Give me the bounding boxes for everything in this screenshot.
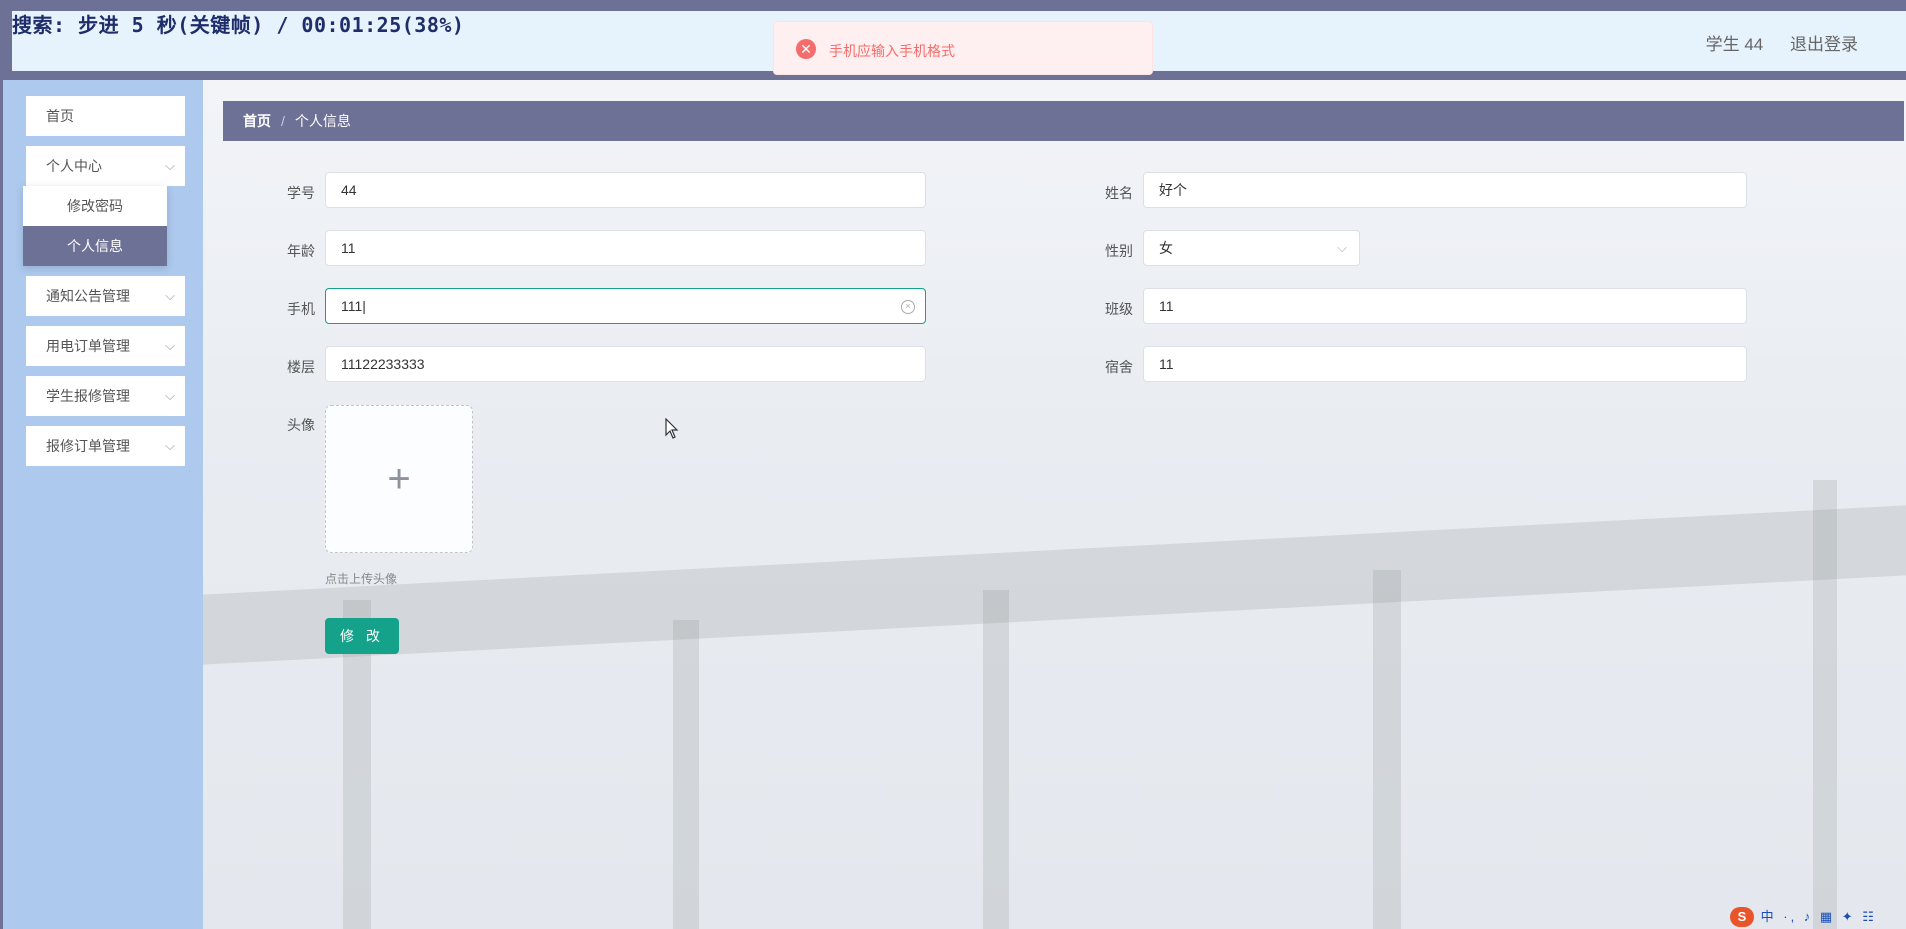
- sidebar-item-notices[interactable]: 通知公告管理 ⌵: [26, 276, 185, 316]
- sogou-icon: S: [1730, 907, 1754, 927]
- name-input[interactable]: 好个: [1143, 172, 1747, 208]
- ime-tray-glyphs: 中 ·, ♪ ▦ ✦ ☷: [1760, 909, 1877, 924]
- sidebar-item-label: 学生报修管理: [46, 388, 130, 404]
- clear-icon[interactable]: ×: [901, 300, 915, 314]
- main-content: 首页 / 个人信息 学号 44 姓名 好个 年龄 11 性别 女 ⌵ 手机 111|…: [203, 80, 1906, 929]
- username: 学生 44: [1705, 35, 1764, 54]
- chevron-down-icon: ⌵: [165, 158, 175, 173]
- breadcrumb-current: 个人信息: [294, 113, 351, 129]
- floor-input[interactable]: 11122233333: [325, 346, 926, 382]
- chevron-down-icon: ⌵: [1337, 240, 1347, 255]
- chevron-down-icon: ⌵: [165, 338, 175, 353]
- chevron-down-icon: ⌵: [165, 288, 175, 303]
- error-icon: ✕: [796, 39, 816, 59]
- background-post: [673, 620, 699, 929]
- phone-input[interactable]: 111| ×: [325, 288, 926, 324]
- avatar-uploader[interactable]: +: [325, 405, 473, 553]
- sidebar-item-repair-orders[interactable]: 报修订单管理 ⌵: [26, 426, 185, 466]
- avatar-label: 头像: [287, 417, 315, 433]
- error-toast: ✕ 手机应输入手机格式: [773, 21, 1153, 75]
- breadcrumb-separator: /: [281, 113, 285, 129]
- submenu-change-password[interactable]: 修改密码: [23, 186, 167, 226]
- age-input[interactable]: 11: [325, 230, 926, 266]
- plus-icon: +: [387, 457, 411, 501]
- breadcrumb-home[interactable]: 首页: [243, 113, 271, 129]
- mouse-cursor-icon: [665, 418, 679, 439]
- sidebar-item-electricity-orders[interactable]: 用电订单管理 ⌵: [26, 326, 185, 366]
- submit-button[interactable]: 修 改: [325, 618, 399, 654]
- background-post: [1813, 480, 1837, 929]
- gender-select-value: 女: [1159, 240, 1173, 256]
- ime-tray[interactable]: S 中 ·, ♪ ▦ ✦ ☷: [1730, 906, 1877, 927]
- sidebar-item-label: 个人中心: [46, 158, 102, 174]
- sidebar-item-student-repairs[interactable]: 学生报修管理 ⌵: [26, 376, 185, 416]
- video-overlay-text: 搜索: 步进 5 秒(关键帧) / 00:01:25(38%): [12, 13, 465, 37]
- sidebar-item-home[interactable]: 首页: [26, 96, 185, 136]
- personal-center-submenu: 修改密码 个人信息: [23, 186, 167, 266]
- phone-input-value: 111|: [341, 298, 366, 314]
- floor-label: 楼层: [287, 359, 315, 375]
- breadcrumb: 首页 / 个人信息: [223, 101, 1904, 141]
- dorm-label: 宿舍: [1105, 359, 1133, 375]
- sidebar-item-label: 用电订单管理: [46, 338, 130, 354]
- sidebar-item-label: 报修订单管理: [46, 438, 130, 454]
- student-id-input[interactable]: 44: [325, 172, 926, 208]
- logout-button[interactable]: 退出登录: [1790, 35, 1858, 54]
- chevron-down-icon: ⌵: [165, 388, 175, 403]
- background-post: [983, 590, 1009, 929]
- sidebar-item-label: 通知公告管理: [46, 288, 130, 304]
- submenu-personal-info[interactable]: 个人信息: [23, 226, 167, 266]
- upload-tip: 点击上传头像: [325, 572, 398, 586]
- sidebar-item-label: 首页: [46, 108, 74, 124]
- sidebar-item-personal-center[interactable]: 个人中心 ⌵: [26, 146, 185, 186]
- class-input[interactable]: 11: [1143, 288, 1747, 324]
- chevron-down-icon: ⌵: [165, 438, 175, 453]
- name-label: 姓名: [1105, 185, 1133, 201]
- age-label: 年龄: [287, 243, 315, 259]
- toast-message: 手机应输入手机格式: [829, 43, 955, 59]
- student-id-label: 学号: [287, 185, 315, 201]
- phone-label: 手机: [287, 301, 315, 317]
- class-label: 班级: [1105, 301, 1133, 317]
- dorm-input[interactable]: 11: [1143, 346, 1747, 382]
- user-area: 学生 44 退出登录: [1684, 30, 1858, 55]
- gender-label: 性别: [1105, 243, 1133, 259]
- gender-select[interactable]: 女 ⌵: [1143, 230, 1360, 266]
- background-post: [1373, 570, 1401, 929]
